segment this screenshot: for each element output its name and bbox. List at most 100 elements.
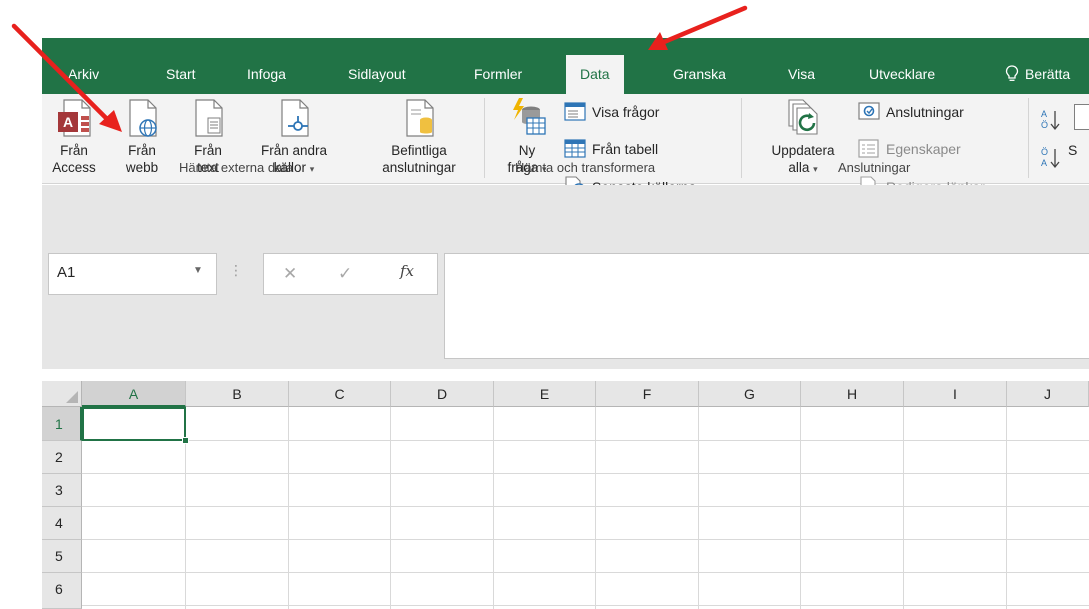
gridline: [595, 407, 596, 609]
svg-text:A: A: [63, 114, 73, 130]
text-file-icon: [195, 99, 223, 137]
properties-button[interactable]: Egenskaper: [858, 137, 961, 161]
group-label-connections: Anslutningar: [838, 160, 911, 175]
enter-check-icon[interactable]: ✓: [338, 264, 352, 284]
gridline: [82, 473, 1089, 474]
sort-a-to-z-button[interactable]: AÖ: [1040, 108, 1066, 132]
lightbulb-icon: [1005, 65, 1019, 81]
sort-descending-icon: ÖA: [1041, 147, 1060, 169]
existing-connections-label-2: anslutningar: [382, 160, 456, 175]
column-header-h[interactable]: H: [801, 381, 904, 407]
sort-ascending-icon: AÖ: [1041, 109, 1060, 131]
new-query-label-1: Ny: [518, 143, 536, 158]
active-cell-a1[interactable]: [82, 407, 186, 441]
column-header-f[interactable]: F: [596, 381, 699, 407]
tab-infoga[interactable]: Infoga: [247, 58, 286, 92]
more-vertical-icon: ⋮: [229, 262, 243, 278]
fill-handle[interactable]: [182, 437, 189, 444]
gridline: [82, 539, 1089, 540]
formula-input[interactable]: [444, 253, 1089, 359]
tab-granska[interactable]: Granska: [673, 58, 726, 92]
from-web-label-1: Från: [128, 143, 156, 158]
new-query-icon: [513, 98, 546, 135]
tab-start[interactable]: Start: [166, 58, 196, 92]
tab-data[interactable]: Data: [566, 55, 624, 94]
connections-button[interactable]: Anslutningar: [858, 100, 964, 124]
gridline: [82, 572, 1089, 573]
gridline: [390, 407, 391, 609]
from-table-label: Från tabell: [592, 141, 659, 157]
show-queries-icon: [564, 102, 586, 121]
gridline: [82, 506, 1089, 507]
row-header-2[interactable]: 2: [42, 441, 82, 474]
connections-label: Anslutningar: [886, 104, 964, 120]
column-header-j[interactable]: J: [1007, 381, 1089, 407]
row-header-6[interactable]: 6: [42, 573, 82, 609]
tab-utvecklare[interactable]: Utvecklare: [869, 58, 935, 92]
column-header-d[interactable]: D: [391, 381, 494, 407]
select-all-triangle-icon: [66, 391, 78, 403]
sort-z-to-a-button[interactable]: ÖA: [1040, 146, 1066, 170]
from-access-label-2: Access: [52, 160, 96, 175]
from-web-button[interactable]: Från webb: [120, 96, 164, 176]
other-sources-icon: [281, 99, 309, 137]
tell-me-button[interactable]: Berätta: [1005, 58, 1070, 92]
existing-connections-icon: [406, 99, 434, 137]
tell-me-label: Berätta: [1025, 66, 1071, 82]
table-icon: [564, 139, 586, 158]
chevron-down-icon[interactable]: ▼: [190, 265, 206, 281]
row-header-3[interactable]: 3: [42, 474, 82, 507]
tab-sidlayout[interactable]: Sidlayout: [348, 58, 406, 92]
gridline: [82, 440, 1089, 441]
svg-text:Ö: Ö: [1041, 120, 1048, 130]
from-web-label-2: webb: [125, 160, 159, 175]
show-queries-label: Visa frågor: [592, 104, 660, 120]
refresh-all-label-2: alla ▾: [788, 160, 818, 175]
web-page-icon: [129, 99, 157, 137]
refresh-all-label-1: Uppdatera: [771, 143, 835, 158]
refresh-icon: [788, 99, 818, 135]
from-access-button[interactable]: A Från Access: [48, 96, 100, 176]
gridline: [1006, 407, 1007, 609]
from-table-button[interactable]: Från tabell: [564, 137, 658, 161]
show-queries-button[interactable]: Visa frågor: [564, 100, 659, 124]
gridline: [800, 407, 801, 609]
tab-arkiv[interactable]: Arkiv: [68, 58, 99, 92]
column-header-c[interactable]: C: [289, 381, 391, 407]
refresh-all-button[interactable]: Uppdatera alla ▾: [756, 96, 850, 178]
group-label-external-data: Hämta externa data: [179, 160, 294, 175]
group-separator: [741, 98, 742, 178]
chevron-down-icon: ▾: [813, 164, 818, 174]
column-header-a[interactable]: A: [82, 381, 186, 407]
column-header-e[interactable]: E: [494, 381, 596, 407]
row-header-1[interactable]: 1: [42, 407, 82, 441]
insert-function-button[interactable]: fx: [400, 262, 414, 280]
sort-label: S: [1068, 142, 1078, 158]
svg-text:A: A: [1041, 158, 1047, 168]
svg-text:Ö: Ö: [1041, 147, 1048, 157]
from-access-label-1: Från: [60, 143, 88, 158]
cancel-icon[interactable]: ✕: [283, 264, 297, 284]
worksheet-grid: [42, 381, 1089, 609]
gridline: [698, 407, 699, 609]
column-header-i[interactable]: I: [904, 381, 1007, 407]
excel-window: Arkiv Start Infoga Sidlayout Formler Dat…: [0, 0, 1089, 609]
gridline: [493, 407, 494, 609]
connections-icon: [858, 102, 880, 120]
gridline: [82, 605, 1089, 606]
from-other-label-1: Från andra: [260, 143, 328, 158]
group-label-get-transform: Hämta och transformera: [515, 160, 656, 175]
tab-visa[interactable]: Visa: [788, 58, 815, 92]
row-header-4[interactable]: 4: [42, 507, 82, 540]
group-separator: [484, 98, 485, 178]
properties-icon: [858, 139, 879, 158]
column-header-b[interactable]: B: [186, 381, 289, 407]
column-header-g[interactable]: G: [699, 381, 801, 407]
sort-button[interactable]: S: [1068, 138, 1077, 162]
row-header-5[interactable]: 5: [42, 540, 82, 573]
gridline: [903, 407, 904, 609]
gridline: [288, 407, 289, 609]
existing-connections-button[interactable]: Befintliga anslutningar: [362, 96, 476, 176]
chevron-down-icon: ▾: [309, 164, 315, 174]
tab-formler[interactable]: Formler: [474, 58, 522, 92]
